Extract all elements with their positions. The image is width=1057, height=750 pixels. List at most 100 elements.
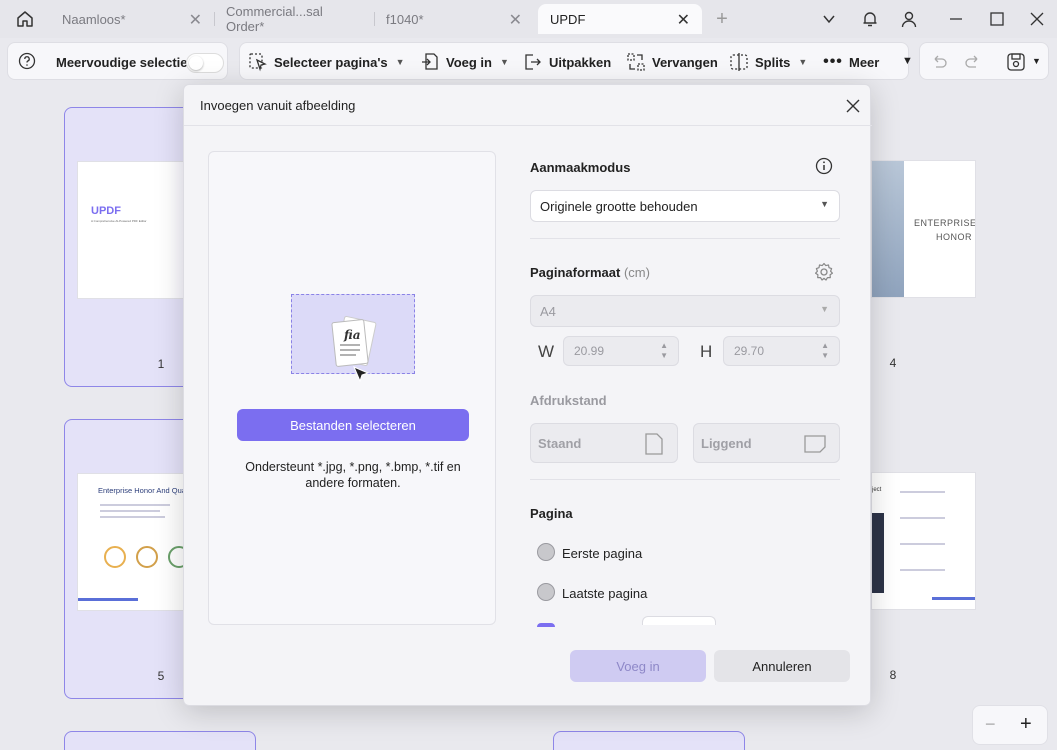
minimize-icon[interactable]: [943, 6, 969, 32]
page-thumbnail-8[interactable]: ject 8: [871, 419, 986, 699]
chevron-down-icon: ▼: [395, 57, 405, 67]
tab-label: UPDF: [550, 11, 586, 27]
multi-select-label: Meervoudige selectie: [56, 55, 188, 70]
select-pages-button[interactable]: Selecteer pagina's ▼: [248, 43, 405, 81]
split-button[interactable]: Splits ▼: [729, 43, 807, 81]
title-bar: Naamloos* ✕ Commercial...sal Order* f104…: [0, 0, 1057, 38]
multi-select-toggle[interactable]: [186, 53, 224, 73]
insert-confirm-button[interactable]: Voeg in: [570, 650, 706, 682]
page-actions-group: Selecteer pagina's ▼ Voeg in ▼ Uitpakken…: [239, 42, 913, 81]
extract-button[interactable]: Uitpakken: [523, 43, 611, 81]
divider: [184, 125, 872, 126]
cursor-select-icon: [248, 52, 268, 72]
enterprise-text: ENTERPRISE: [914, 218, 976, 228]
tab-close-icon[interactable]: ✕: [677, 10, 690, 30]
tab-label: f1040*: [386, 11, 424, 27]
stepper-arrows-icon[interactable]: ▲ ▼: [660, 341, 668, 361]
replace-label: Vervangen: [652, 54, 718, 70]
svg-text:fia: fia: [343, 328, 361, 342]
text-line: [900, 517, 945, 519]
split-label: Splits: [755, 54, 791, 70]
chevron-down-icon[interactable]: [816, 6, 842, 32]
text-line: [900, 569, 945, 571]
multi-select-group: Meervoudige selectie: [7, 42, 228, 80]
page-format-select[interactable]: A4 ▼: [530, 295, 840, 327]
page-thumbnail[interactable]: [64, 731, 256, 750]
portrait-option[interactable]: Staand: [530, 423, 678, 463]
replace-icon: [626, 52, 646, 72]
history-group: ▼: [919, 42, 1049, 80]
supported-formats-text: Ondersteunt *.jpg, *.png, *.bmp, *.tif e…: [245, 460, 461, 490]
landscape-option[interactable]: Liggend: [693, 423, 840, 463]
insert-from-image-dialog: Invoegen vanuit afbeelding fia Bestanden…: [183, 84, 872, 706]
page-number: 5: [157, 669, 165, 683]
tab-label: Commercial...sal Order*: [226, 4, 323, 34]
stepper-arrows-icon[interactable]: ▲ ▼: [821, 341, 829, 361]
page-thumbnail-4[interactable]: ENTERPRISE HONOR 4: [871, 107, 986, 387]
page-thumbnail[interactable]: [553, 731, 745, 750]
close-window-icon[interactable]: [1024, 6, 1050, 32]
text-line: [100, 510, 160, 512]
toggle-knob: [189, 56, 203, 70]
landscape-label: Liggend: [701, 435, 752, 451]
info-icon[interactable]: [815, 157, 833, 178]
text-line: [100, 516, 165, 518]
maximize-icon[interactable]: [984, 6, 1010, 32]
orientation-label: Afdrukstand: [530, 393, 607, 408]
new-tab-icon[interactable]: +: [709, 6, 735, 32]
save-icon[interactable]: [1006, 52, 1026, 75]
divider: [530, 238, 840, 239]
page-radio-selected[interactable]: [537, 623, 555, 627]
more-dots-icon: •••: [823, 53, 843, 70]
first-page-radio[interactable]: [537, 543, 555, 561]
redo-icon[interactable]: [964, 53, 982, 74]
badge-icon: [136, 546, 158, 568]
insert-button[interactable]: Voeg in ▼: [420, 43, 509, 81]
width-input[interactable]: 20.99 ▲ ▼: [563, 336, 679, 366]
more-button[interactable]: ••• Meer: [823, 43, 879, 81]
select-files-button[interactable]: Bestanden selecteren: [237, 409, 469, 441]
chevron-down-icon: ▼: [820, 304, 829, 314]
page-subtitle: A Comprehensive AI-Powered PDF Editor: [91, 219, 147, 223]
undo-icon[interactable]: [930, 53, 948, 74]
user-icon[interactable]: [896, 6, 922, 32]
building-image: [872, 161, 904, 297]
portrait-page-icon: [645, 433, 663, 455]
height-value: 29.70: [734, 344, 765, 358]
tab-naamloos[interactable]: Naamloos* ✕: [50, 4, 214, 34]
bell-icon[interactable]: [857, 6, 883, 32]
drop-zone[interactable]: fia: [291, 294, 415, 383]
page-number-input[interactable]: [642, 616, 716, 625]
replace-button[interactable]: Vervangen: [626, 43, 718, 81]
drop-panel[interactable]: fia Bestanden selecteren Ondersteunt *.j…: [208, 151, 496, 625]
height-input[interactable]: 29.70 ▲ ▼: [723, 336, 840, 366]
gear-icon[interactable]: [814, 262, 834, 285]
home-icon[interactable]: [12, 6, 38, 32]
chevron-down-icon[interactable]: ▼: [1032, 56, 1041, 66]
tab-close-icon[interactable]: ✕: [509, 10, 522, 30]
insert-label: Voeg in: [446, 54, 492, 70]
creation-mode-select[interactable]: Originele grootte behouden ▼: [530, 190, 840, 222]
honor-text: HONOR: [936, 232, 972, 242]
cancel-button[interactable]: Annuleren: [714, 650, 850, 682]
zoom-in-button[interactable]: +: [1020, 713, 1032, 736]
close-icon[interactable]: [844, 97, 862, 115]
tab-f1040[interactable]: f1040* ✕: [374, 4, 534, 34]
page-number: 1: [157, 357, 165, 371]
extract-icon: [523, 52, 543, 72]
page-preview: ject: [871, 472, 976, 610]
portrait-label: Staand: [538, 435, 582, 451]
dark-image: [872, 513, 884, 593]
last-page-radio[interactable]: [537, 583, 555, 601]
zoom-out-button[interactable]: −: [985, 714, 996, 735]
help-icon[interactable]: [18, 52, 36, 73]
creation-mode-value: Originele grootte behouden: [540, 198, 698, 214]
chevron-down-icon[interactable]: ▼: [902, 55, 913, 67]
tab-updf[interactable]: UPDF ✕: [538, 4, 702, 34]
chevron-down-icon: ▼: [499, 57, 509, 67]
page-format-value: A4: [540, 303, 556, 319]
extract-label: Uitpakken: [549, 54, 612, 70]
tab-commercial[interactable]: Commercial...sal Order*: [214, 4, 374, 34]
tab-close-icon[interactable]: ✕: [189, 10, 202, 30]
page-position-label: Pagina: [530, 506, 573, 521]
